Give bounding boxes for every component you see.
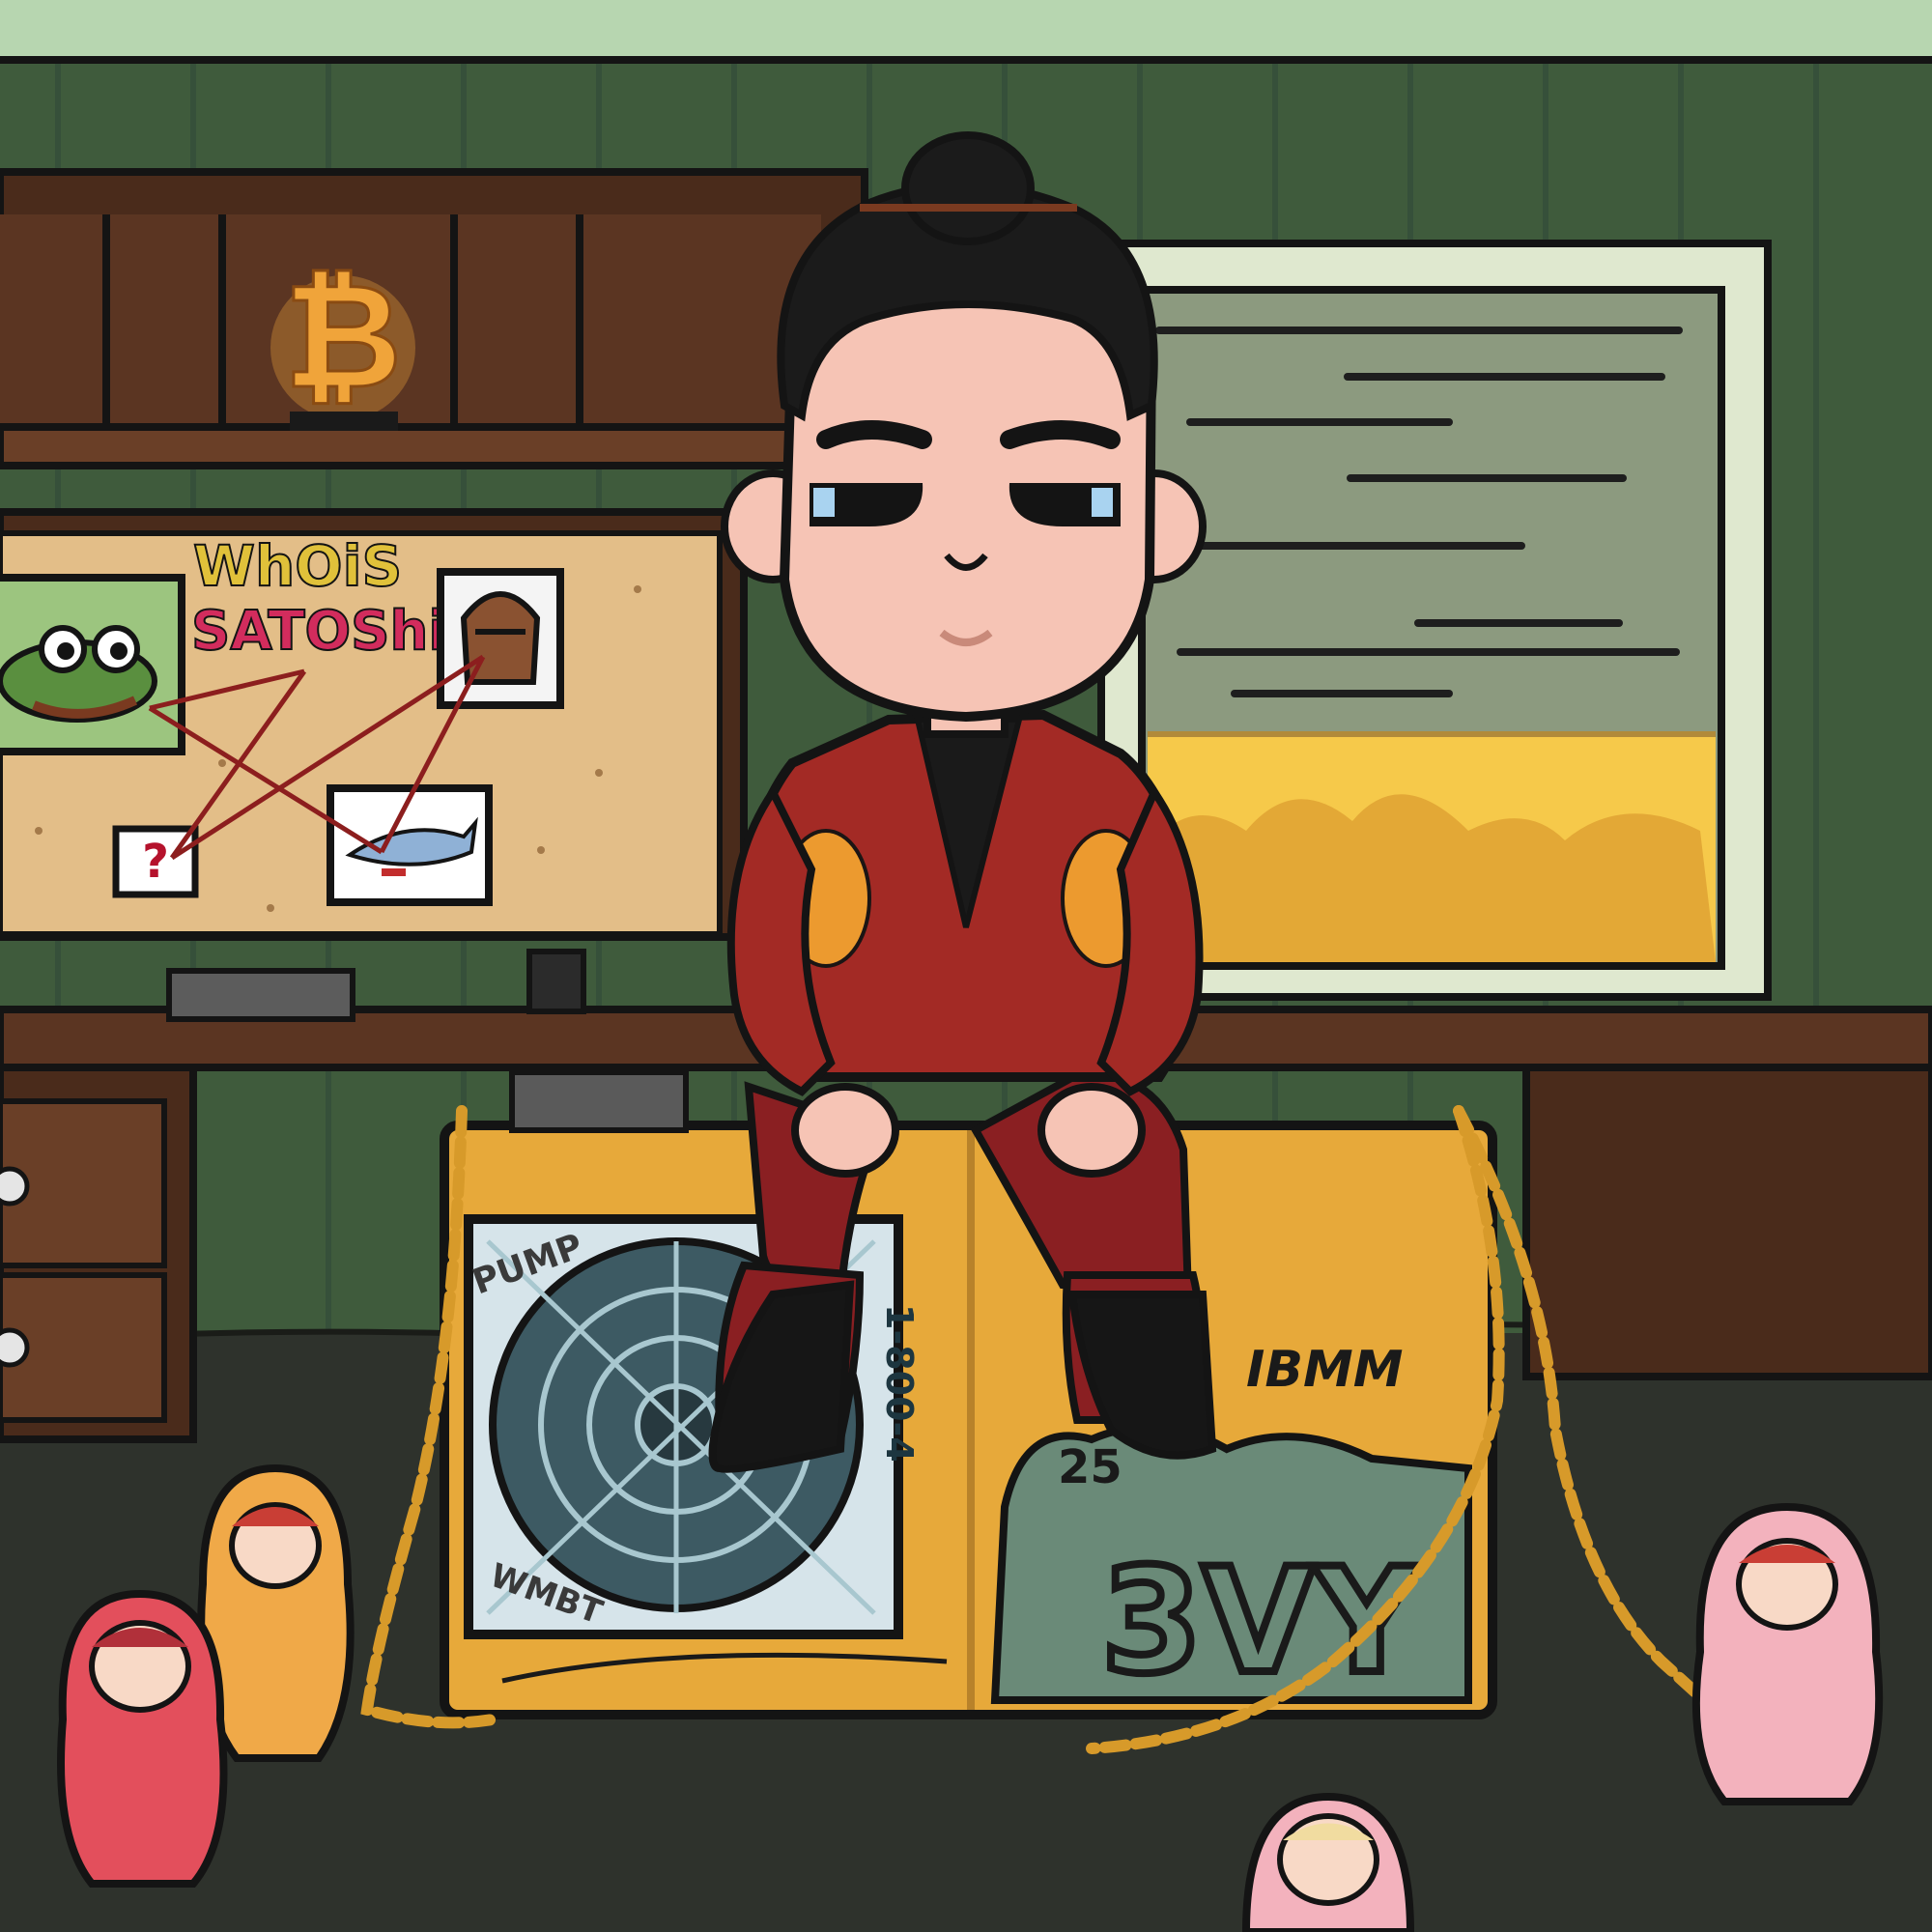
wall-cabinet — [0, 168, 868, 469]
illustration-scene: ₿ WhOiS SATOShi ? 1-800-4 PUMP WMBT IBMM… — [0, 0, 1932, 1932]
box-number-text: 25 — [1058, 1440, 1122, 1494]
ceiling — [0, 0, 1932, 60]
matryoshka-doll — [1691, 1502, 1884, 1805]
mining-rig-box: 1-800-4 PUMP WMBT IBMM 25 3VY — [440, 1069, 1497, 1719]
cork-board: WhOiS SATOShi ? — [0, 508, 748, 941]
box-serial-text: 1-800-4 — [878, 1304, 921, 1463]
box-brand-text: IBMM — [1246, 1341, 1403, 1399]
window — [1097, 240, 1772, 1001]
bitcoin-neon-sign: ₿ — [270, 252, 415, 431]
bitcoin-sign-glyph: ₿ — [284, 253, 402, 421]
board-title-line1: WhOiS — [193, 533, 402, 599]
matryoshka-doll — [57, 1589, 228, 1888]
frog-meme-photo — [0, 574, 185, 755]
board-title-line2: SATOShi — [191, 600, 447, 663]
shark-photo — [327, 784, 493, 906]
question-mark-text: ? — [142, 835, 169, 889]
wooden-head-photo — [437, 568, 564, 709]
